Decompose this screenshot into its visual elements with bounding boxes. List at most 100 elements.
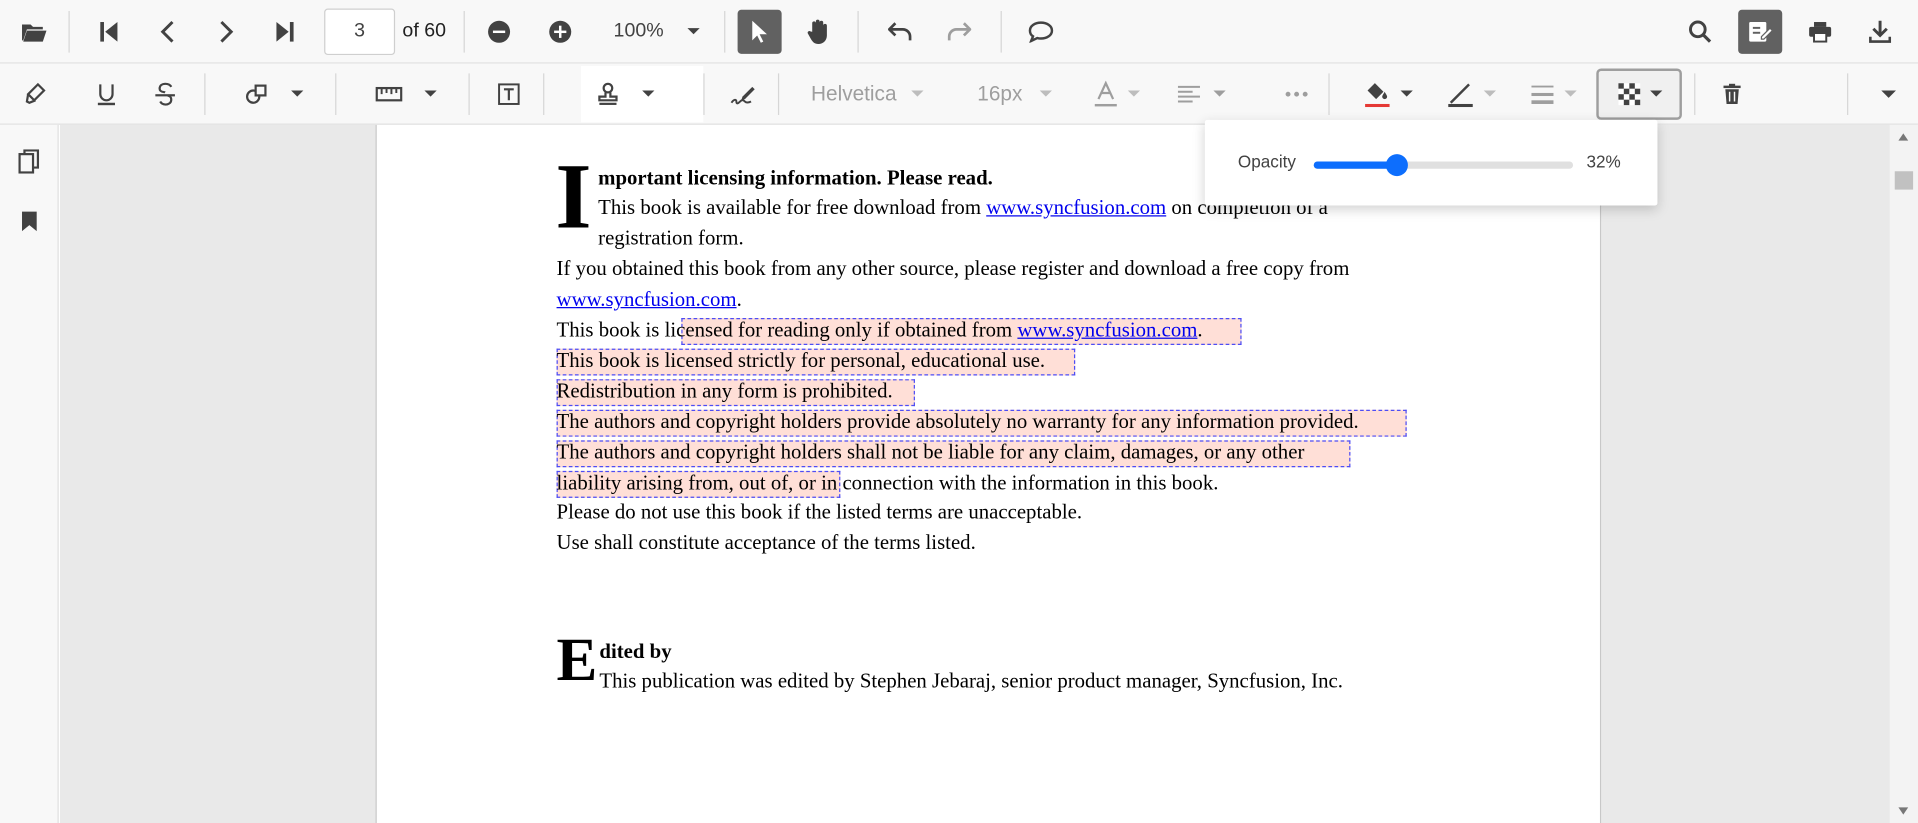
- text-line: This publication was edited by Stephen J…: [599, 669, 1343, 693]
- opacity-slider-thumb[interactable]: [1385, 154, 1408, 177]
- chevron-down-icon: [1881, 89, 1896, 98]
- font-color-icon: [1094, 80, 1117, 106]
- thickness-dropdown[interactable]: [1530, 72, 1577, 116]
- drop-cap: I: [555, 145, 592, 249]
- stamp-tool-dropdown[interactable]: [581, 65, 704, 122]
- page-number-input[interactable]: [324, 7, 396, 55]
- page-count-label: of 60: [402, 20, 446, 41]
- chevron-down-icon: [291, 90, 304, 97]
- vertical-scrollbar[interactable]: [1889, 124, 1918, 823]
- shape-tool-dropdown[interactable]: [245, 72, 304, 116]
- text-line: Use shall constitute acceptance of the t…: [556, 530, 976, 555]
- fill-color-icon: [1364, 82, 1390, 107]
- more-options-icon[interactable]: [1272, 72, 1321, 116]
- opacity-icon: [1618, 82, 1641, 105]
- underline-icon[interactable]: [82, 72, 131, 116]
- search-icon[interactable]: [1676, 9, 1725, 53]
- pointer-icon: [751, 20, 767, 43]
- scroll-up-icon[interactable]: [1898, 133, 1909, 141]
- chevron-down-icon: [1039, 90, 1052, 97]
- text-line: This book is licensed for reading only i…: [556, 318, 1203, 342]
- zoom-dropdown[interactable]: 100%: [584, 9, 706, 53]
- text-line: Please do not use this book if the liste…: [556, 500, 1083, 524]
- shapes-icon: [245, 83, 267, 104]
- bookmark-icon[interactable]: [15, 207, 44, 236]
- navigation-pane: [0, 124, 59, 823]
- font-size-value: 16px: [977, 81, 1023, 105]
- link[interactable]: www.syncfusion.com: [986, 196, 1166, 219]
- stroke-color-icon: [1448, 82, 1473, 107]
- previous-page-icon[interactable]: [143, 9, 192, 53]
- measure-tool-dropdown[interactable]: [375, 72, 437, 116]
- scroll-down-icon[interactable]: [1898, 807, 1909, 815]
- text-align-dropdown[interactable]: [1176, 72, 1226, 116]
- edit-annotation-button[interactable]: [1738, 9, 1783, 54]
- chevron-down-icon: [911, 90, 924, 97]
- chevron-down-icon: [686, 28, 700, 35]
- chevron-down-icon: [1400, 90, 1413, 97]
- opacity-dropdown[interactable]: [1596, 67, 1682, 120]
- print-icon[interactable]: [1796, 9, 1845, 53]
- link[interactable]: www.syncfusion.com: [557, 287, 737, 310]
- chevron-down-icon: [1564, 90, 1577, 97]
- signature-icon[interactable]: [719, 72, 768, 116]
- highlight-icon[interactable]: [11, 72, 60, 116]
- opacity-popup: Opacity 32%: [1204, 119, 1658, 206]
- delete-icon[interactable]: [1707, 72, 1756, 116]
- opacity-slider[interactable]: [1313, 154, 1574, 177]
- first-page-icon[interactable]: [84, 9, 133, 53]
- pdf-page: I mportant licensing information. Please…: [375, 124, 1602, 823]
- scrollbar-thumb[interactable]: [1894, 171, 1914, 190]
- opacity-label: Opacity: [1237, 151, 1296, 172]
- drop-cap: E: [556, 625, 598, 694]
- text-line: www.syncfusion.com.: [556, 287, 742, 311]
- strikethrough-icon[interactable]: [141, 72, 190, 116]
- last-page-icon[interactable]: [261, 9, 310, 53]
- chevron-down-icon: [1127, 90, 1140, 97]
- annotation-toolbar: Helvetica 16px: [0, 63, 1918, 125]
- chevron-down-icon: [1649, 90, 1663, 97]
- comment-icon[interactable]: [1016, 9, 1065, 53]
- chevron-down-icon: [642, 90, 655, 97]
- zoom-out-icon[interactable]: [474, 9, 523, 53]
- text-line: registration form.: [598, 226, 744, 250]
- next-page-icon[interactable]: [202, 9, 251, 53]
- link[interactable]: www.syncfusion.com: [1017, 318, 1197, 341]
- pan-tool-icon[interactable]: [793, 9, 842, 53]
- redo-icon[interactable]: [934, 9, 983, 53]
- fill-color-dropdown[interactable]: [1364, 72, 1413, 116]
- select-tool-button[interactable]: [737, 9, 782, 54]
- text-line: Redistribution in any form is prohibited…: [556, 379, 893, 403]
- text-line: The authors and copyright holders shall …: [556, 440, 1305, 464]
- font-size-dropdown[interactable]: 16px: [977, 72, 1052, 116]
- font-family-dropdown[interactable]: Helvetica: [810, 72, 924, 116]
- text-line: If you obtained this book from any other…: [556, 256, 1350, 281]
- chevron-down-icon: [1213, 90, 1226, 97]
- align-left-icon: [1177, 85, 1200, 102]
- stamp-icon: [598, 82, 618, 105]
- chevron-down-icon: [424, 90, 437, 97]
- font-family-value: Helvetica: [810, 81, 897, 105]
- chevron-down-icon: [1483, 90, 1496, 97]
- font-color-dropdown[interactable]: [1093, 72, 1140, 116]
- page-thumbnails-icon[interactable]: [15, 147, 44, 176]
- section-heading: mportant licensing information. Please r…: [598, 166, 993, 190]
- annotation-toolbar-collapse-icon[interactable]: [1864, 72, 1913, 116]
- undo-icon[interactable]: [875, 9, 924, 53]
- stroke-color-dropdown[interactable]: [1447, 72, 1496, 116]
- text-line: The authors and copyright holders provid…: [556, 409, 1359, 434]
- opacity-value: 32%: [1586, 151, 1621, 172]
- document-viewer[interactable]: I mportant licensing information. Please…: [59, 124, 1890, 823]
- line-thickness-icon: [1531, 85, 1554, 104]
- zoom-in-icon[interactable]: [535, 9, 584, 53]
- free-text-icon[interactable]: [484, 72, 533, 116]
- section-heading: dited by: [599, 639, 672, 663]
- open-file-icon[interactable]: [10, 9, 59, 53]
- text-line: liability arising from, out of, or in co…: [556, 470, 1219, 495]
- download-icon[interactable]: [1856, 9, 1905, 53]
- ruler-icon: [375, 86, 403, 101]
- zoom-value: 100%: [613, 20, 664, 41]
- opacity-slider-fill: [1313, 161, 1397, 169]
- main-toolbar: of 60 100%: [0, 0, 1918, 64]
- edit-icon: [1749, 21, 1773, 41]
